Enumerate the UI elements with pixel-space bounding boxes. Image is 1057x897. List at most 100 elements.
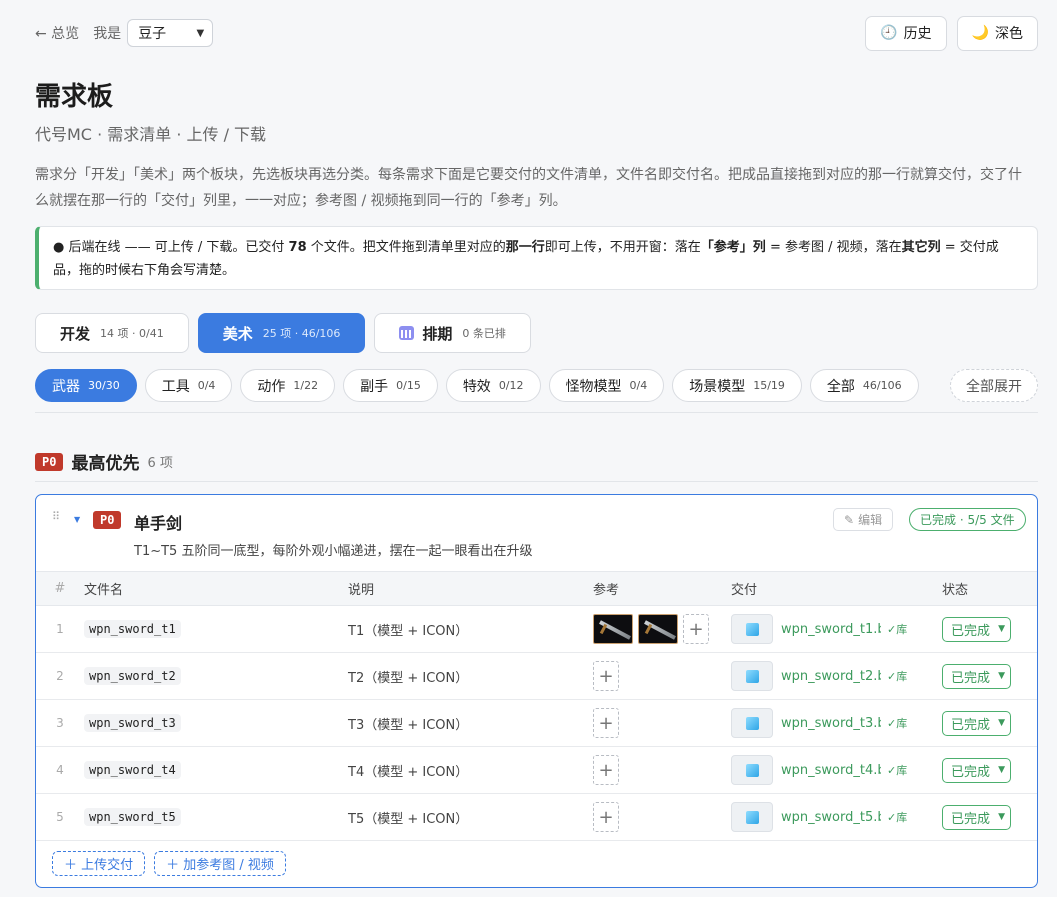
section-count: 6 项 [147, 456, 173, 471]
col-header-reference: 参考 [593, 583, 620, 598]
delivery-file-link[interactable]: wpn_sword_t4.b... [781, 763, 881, 778]
col-header-status: 状态 [942, 583, 969, 598]
back-to-overview-link[interactable]: ← 总览 [35, 23, 79, 43]
library-tag: ✓库 [887, 623, 908, 636]
status-select[interactable]: 已完成 ▼ [942, 804, 1011, 830]
row-index: 5 [56, 810, 64, 824]
delivery-file-icon[interactable] [731, 661, 773, 691]
page-subtitle: 代号MC · 需求清单 · 上传 / 下载 [35, 125, 267, 144]
priority-badge: P0 [93, 511, 122, 529]
history-button[interactable]: 🕘 历史 [865, 15, 947, 51]
dark-mode-button[interactable]: 🌙 深色 [956, 15, 1038, 51]
add-reference-button[interactable]: + [593, 661, 619, 691]
library-tag: ✓库 [887, 670, 908, 683]
top-bar: ← 总览 我是 豆子 ▼ 🕘 历史 🌙 深色 [35, 15, 1038, 51]
priority-badge: P0 [35, 452, 64, 471]
file-description: T1（模型 + ICON） [348, 623, 469, 639]
collapse-caret-icon[interactable]: ▼ [74, 515, 80, 524]
chevron-down-icon: ▼ [998, 812, 1005, 822]
table-row[interactable]: 4 wpn_sword_t4 T4（模型 + ICON） + wpn_sword… [36, 747, 1037, 794]
edit-label: 编辑 [858, 513, 883, 527]
board-tab-meta: 25 项 · 46/106 [262, 327, 341, 340]
category-tabs: 武器 30/30 工具 0/4 动作 1/22 副手 0/15 特效 0/12 怪物模型 0… [35, 369, 1038, 402]
col-header-description: 说明 [348, 583, 375, 598]
row-index: 3 [56, 716, 64, 730]
requirement-title: 单手剑 [134, 514, 183, 533]
moon-icon: 🌙 [971, 25, 989, 41]
category-tab-offhand[interactable]: 副手 0/15 [343, 369, 438, 402]
cube-icon [745, 622, 759, 636]
file-name: wpn_sword_t3 [84, 714, 181, 732]
board-tab-label: 美术 [222, 324, 253, 343]
file-description: T3（模型 + ICON） [348, 717, 469, 733]
category-tab-monster-models[interactable]: 怪物模型 0/4 [548, 369, 665, 402]
category-tab-all[interactable]: 全部 46/106 [809, 369, 919, 402]
cube-icon [745, 763, 759, 777]
file-description: T4（模型 + ICON） [348, 764, 469, 780]
table-row[interactable]: 2 wpn_sword_t2 T2（模型 + ICON） + wpn_sword… [36, 653, 1037, 700]
calendar-icon [399, 326, 415, 340]
requirement-description: T1~T5 五阶同一底型，每阶外观小幅递进，摆在一起一眼看出在升级 [134, 544, 533, 559]
library-tag: ✓库 [887, 717, 908, 730]
delivery-file-icon[interactable] [731, 708, 773, 738]
reference-thumbnail[interactable] [638, 614, 678, 644]
table-header: # 文件名 说明 参考 交付 状态 [36, 571, 1037, 606]
col-header-index: # [54, 581, 66, 596]
file-description: T2（模型 + ICON） [348, 670, 469, 686]
add-reference-button[interactable]: + [593, 802, 619, 832]
history-label: 历史 [903, 26, 932, 42]
category-tab-animations[interactable]: 动作 1/22 [240, 369, 336, 402]
table-row[interactable]: 5 wpn_sword_t5 T5（模型 + ICON） + wpn_sword… [36, 794, 1037, 841]
chevron-down-icon: ▼ [998, 671, 1005, 681]
pencil-icon: ✎ [844, 512, 855, 527]
board-tab-meta: 0 条已排 [462, 327, 506, 340]
edit-button[interactable]: ✎ 编辑 [833, 508, 894, 531]
delivery-file-icon[interactable] [731, 802, 773, 832]
divider [35, 481, 1038, 482]
drag-handle-icon[interactable]: ⠿ [52, 510, 60, 523]
status-select[interactable]: 已完成 ▼ [942, 616, 1011, 642]
file-name: wpn_sword_t5 [84, 808, 181, 826]
add-reference-button[interactable]: + [683, 614, 709, 644]
delivery-file-link[interactable]: wpn_sword_t5.b... [781, 810, 881, 825]
delivery-file-link[interactable]: wpn_sword_t1.b... [781, 622, 881, 637]
board-tab-schedule[interactable]: 排期 0 条已排 [374, 313, 531, 353]
board-tabs: 开发 14 项 · 0/41 美术 25 项 · 46/106 排期 0 条已排 [35, 313, 531, 353]
user-select[interactable]: 豆子 ▼ [127, 19, 214, 47]
board-tab-dev[interactable]: 开发 14 项 · 0/41 [35, 313, 189, 353]
add-reference-button[interactable]: + [593, 755, 619, 785]
completion-badge: 已完成 · 5/5 文件 [909, 508, 1026, 531]
delivery-file-icon[interactable] [731, 614, 773, 644]
reference-thumbnail[interactable] [593, 614, 633, 644]
category-tab-vfx[interactable]: 特效 0/12 [445, 369, 541, 402]
library-tag: ✓库 [887, 811, 908, 824]
status-select[interactable]: 已完成 ▼ [942, 663, 1011, 689]
delivery-file-link[interactable]: wpn_sword_t2.b... [781, 669, 881, 684]
cube-icon [745, 716, 759, 730]
backend-status-notice: ● 后端在线 —— 可上传 / 下载。已交付 78 个文件。把文件拖到清单里对应… [35, 226, 1038, 290]
status-select[interactable]: 已完成 ▼ [942, 710, 1011, 736]
table-row[interactable]: 1 wpn_sword_t1 T1（模型 + ICON） + wpn_sword… [36, 606, 1037, 653]
category-tab-scene-models[interactable]: 场景模型 15/19 [672, 369, 802, 402]
table-row[interactable]: 3 wpn_sword_t3 T3（模型 + ICON） + wpn_sword… [36, 700, 1037, 747]
category-tab-tools[interactable]: 工具 0/4 [144, 369, 233, 402]
me-label: 我是 [93, 26, 122, 42]
status-select[interactable]: 已完成 ▼ [942, 757, 1011, 783]
cube-icon [745, 810, 759, 824]
board-tab-art[interactable]: 美术 25 项 · 46/106 [197, 313, 366, 353]
dark-mode-label: 深色 [995, 26, 1023, 42]
page-description: 需求分「开发」「美术」两个板块，先选板块再选分类。每条需求下面是它要交付的文件清… [35, 167, 1022, 209]
delivery-file-link[interactable]: wpn_sword_t3.b... [781, 716, 881, 731]
delivery-file-icon[interactable] [731, 755, 773, 785]
board-tab-meta: 14 项 · 0/41 [100, 327, 164, 340]
row-index: 4 [56, 763, 64, 777]
board-tab-label: 排期 [422, 324, 453, 343]
add-reference-button[interactable]: + [593, 708, 619, 738]
page-title: 需求板 [35, 82, 114, 112]
clock-icon: 🕘 [880, 25, 898, 41]
category-tab-weapons[interactable]: 武器 30/30 [35, 369, 137, 402]
upload-delivery-button[interactable]: ＋ 上传交付 [52, 851, 146, 876]
expand-all-button[interactable]: 全部展开 [950, 369, 1038, 402]
add-reference-media-button[interactable]: ＋ 加参考图 / 视频 [154, 851, 286, 876]
priority-section-header: P0 最高优先 6 项 [35, 449, 173, 474]
